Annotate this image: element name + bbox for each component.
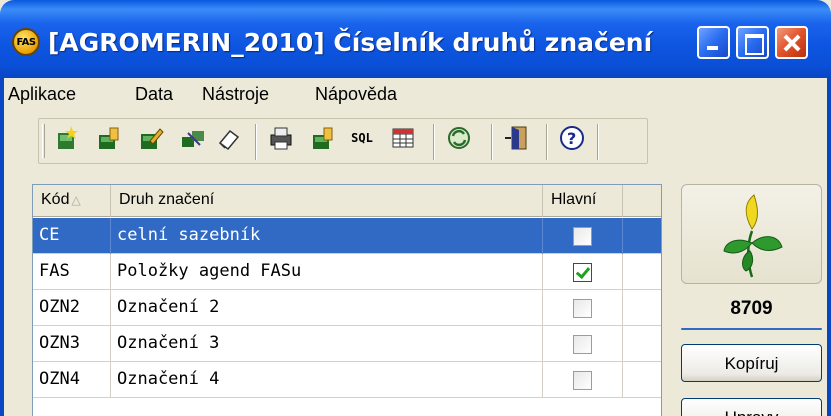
sql-label: SQL — [351, 131, 373, 145]
cell-name: Označení 4 — [111, 362, 543, 398]
cell-main — [543, 362, 623, 398]
svg-text:?: ? — [567, 129, 576, 148]
export-icon[interactable] — [308, 124, 338, 152]
title-bar[interactable]: FAS [AGROMERIN_2010] Číselník druhů znač… — [0, 0, 831, 78]
cell-code: OZN2 — [33, 290, 111, 326]
main-checkbox[interactable] — [573, 371, 592, 390]
cell-name: Označení 3 — [111, 326, 543, 362]
sql-icon[interactable]: SQL — [347, 124, 377, 152]
cell-code: OZN3 — [33, 326, 111, 362]
main-checkbox[interactable] — [573, 227, 592, 246]
main-checkbox[interactable] — [573, 335, 592, 354]
menu-napoveda[interactable]: Nápověda — [315, 84, 397, 105]
toolbar-separator — [546, 124, 548, 160]
cell-name: celní sazebník — [111, 218, 543, 254]
toolbar: SQL ? — [0, 112, 831, 170]
maximize-button[interactable] — [736, 26, 769, 59]
new-record-icon[interactable] — [52, 124, 82, 152]
data-grid[interactable]: Kód △ Druh značení Hlavní CE celní sazební… — [32, 184, 662, 416]
grid-header: Kód △ Druh značení Hlavní — [33, 185, 661, 217]
table-row[interactable]: OZN2 Označení 2 — [33, 290, 661, 326]
cell-main — [543, 254, 623, 290]
main-checkbox[interactable] — [573, 263, 592, 282]
edit-record-icon[interactable] — [136, 124, 166, 152]
column-kod-label: Kód — [41, 191, 70, 208]
column-header-hlavni[interactable]: Hlavní — [543, 185, 623, 217]
open-record-icon[interactable] — [94, 124, 124, 152]
cell-name: Položky agend FASu — [111, 254, 543, 290]
toolbar-separator — [597, 124, 599, 160]
company-logo — [681, 184, 822, 284]
print-icon[interactable] — [266, 124, 296, 152]
cell-filler — [623, 290, 661, 326]
close-button[interactable] — [775, 26, 808, 59]
record-count: 8709 — [730, 298, 773, 319]
app-logo-icon: FAS — [12, 28, 40, 56]
toolbar-separator — [255, 124, 257, 160]
toolbar-separator — [433, 124, 435, 160]
table-row[interactable]: FAS Položky agend FASu — [33, 254, 661, 290]
table-row[interactable]: OZN3 Označení 3 — [33, 326, 661, 362]
main-checkbox[interactable] — [573, 299, 592, 318]
main-content: Kód △ Druh značení Hlavní CE celní sazební… — [0, 170, 831, 416]
minimize-button[interactable] — [697, 26, 730, 59]
exit-door-icon[interactable] — [502, 124, 532, 152]
table-view-icon[interactable] — [388, 124, 418, 152]
copy-record-icon[interactable] — [178, 124, 208, 152]
column-header-filler — [623, 185, 661, 217]
cell-code: OZN4 — [33, 362, 111, 398]
cell-filler — [623, 326, 661, 362]
cell-code: CE — [33, 218, 111, 254]
cell-filler — [623, 362, 661, 398]
menu-aplikace[interactable]: Aplikace — [8, 84, 76, 105]
calla-flower-icon — [723, 194, 783, 278]
edit-button[interactable]: Upravy — [681, 398, 822, 416]
window-title: [AGROMERIN_2010] Číselník druhů značení — [48, 28, 653, 57]
toolbar-separator — [491, 124, 493, 160]
cell-filler — [623, 254, 661, 290]
column-header-kod[interactable]: Kód △ — [33, 185, 111, 217]
menu-bar: Aplikace Data Nástroje Nápověda — [0, 78, 831, 112]
menu-data[interactable]: Data — [135, 84, 173, 105]
table-row[interactable]: CE celní sazebník — [33, 218, 661, 254]
cell-code: FAS — [33, 254, 111, 290]
table-row[interactable]: OZN4 Označení 4 — [33, 362, 661, 398]
toolbar-grip[interactable] — [42, 124, 45, 158]
sort-ascending-icon: △ — [71, 193, 81, 207]
cell-name: Označení 2 — [111, 290, 543, 326]
help-icon[interactable]: ? — [557, 124, 587, 152]
column-header-druh[interactable]: Druh značení — [111, 185, 543, 217]
cell-main — [543, 218, 623, 254]
cell-main — [543, 290, 623, 326]
eraser-icon[interactable] — [214, 124, 244, 152]
menu-nastroje[interactable]: Nástroje — [202, 84, 269, 105]
count-underline — [681, 328, 822, 330]
copy-button[interactable]: Kopíruj — [681, 344, 822, 382]
cell-main — [543, 326, 623, 362]
cell-filler — [623, 218, 661, 254]
refresh-icon[interactable] — [444, 124, 474, 152]
